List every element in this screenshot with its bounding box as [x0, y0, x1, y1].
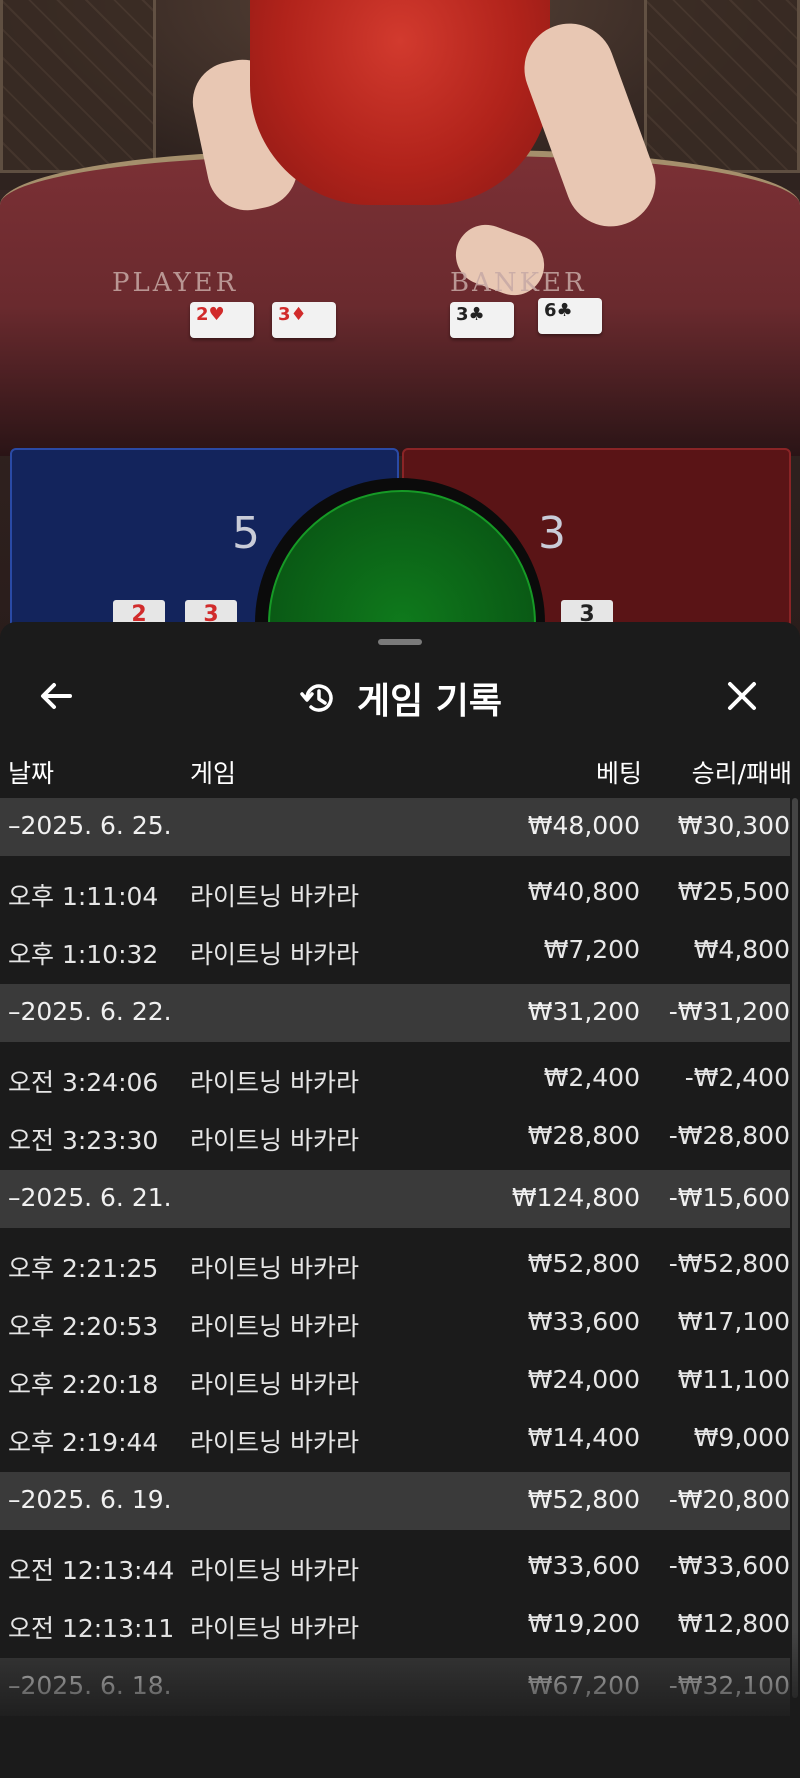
group-result-total: -₩32,100 — [668, 1671, 790, 1700]
row-result: ₩17,100 — [677, 1307, 790, 1336]
row-result: -₩33,600 — [668, 1551, 790, 1580]
history-row[interactable]: 오전 3:24:06 라이트닝 바카라 ₩2,400 -₩2,400 — [0, 1048, 790, 1106]
decor-window-right — [644, 0, 800, 173]
player-card-2: 3♦ — [272, 302, 336, 338]
group-bet-total: ₩52,800 — [527, 1485, 640, 1514]
row-result: ₩9,000 — [693, 1423, 790, 1452]
row-time: 오후 2:20:53 — [8, 1312, 159, 1341]
history-row[interactable]: 오전 12:13:44 라이트닝 바카라 ₩33,600 -₩33,600 — [0, 1536, 790, 1594]
group-result-total: -₩20,800 — [668, 1485, 790, 1514]
date-group-row[interactable]: –2025. 6. 22. ₩31,200 -₩31,200 — [0, 984, 790, 1042]
row-time: 오후 1:11:04 — [8, 882, 159, 911]
row-game: 라이트닝 바카라 — [190, 940, 359, 969]
history-row[interactable]: 오후 2:21:25 라이트닝 바카라 ₩52,800 -₩52,800 — [0, 1234, 790, 1292]
row-time: 오전 12:13:44 — [8, 1556, 175, 1585]
column-result: 승리/패배 — [691, 759, 792, 788]
sheet-header: 게임 기록 — [0, 652, 800, 742]
row-bet: ₩33,600 — [527, 1307, 640, 1336]
column-game: 게임 — [190, 759, 237, 788]
group-date: –2025. 6. 18. — [8, 1671, 172, 1700]
group-bet-total: ₩67,200 — [527, 1671, 640, 1700]
row-bet: ₩33,600 — [527, 1551, 640, 1580]
row-bet: ₩24,000 — [527, 1365, 640, 1394]
history-row[interactable]: 오후 2:20:18 라이트닝 바카라 ₩24,000 ₩11,100 — [0, 1350, 790, 1408]
banker-card-1: 3♣ — [450, 302, 514, 338]
history-row[interactable]: 오후 2:20:53 라이트닝 바카라 ₩33,600 ₩17,100 — [0, 1292, 790, 1350]
row-bet: ₩19,200 — [527, 1609, 640, 1638]
group-result-total: -₩15,600 — [668, 1183, 790, 1212]
row-gap — [0, 1716, 790, 1722]
row-game: 라이트닝 바카라 — [190, 1556, 359, 1585]
row-result: -₩2,400 — [684, 1063, 790, 1092]
row-bet: ₩2,400 — [543, 1063, 640, 1092]
player-score: 5 — [232, 508, 260, 559]
row-result: ₩12,800 — [677, 1609, 790, 1638]
drag-handle[interactable] — [378, 639, 422, 645]
history-row[interactable]: 오후 1:11:04 라이트닝 바카라 ₩40,800 ₩25,500 — [0, 862, 790, 920]
sheet-title: 게임 기록 — [357, 681, 503, 722]
row-bet: ₩40,800 — [527, 877, 640, 906]
history-icon — [300, 684, 333, 712]
date-group-row[interactable]: –2025. 6. 25. ₩48,000 ₩30,300 — [0, 798, 790, 856]
row-game: 라이트닝 바카라 — [190, 1370, 359, 1399]
banker-felt-label: BANKER — [450, 268, 587, 298]
row-time: 오전 12:13:11 — [8, 1614, 175, 1643]
row-time: 오전 3:23:30 — [8, 1126, 159, 1155]
group-bet-total: ₩124,800 — [511, 1183, 640, 1212]
row-result: -₩52,800 — [668, 1249, 790, 1278]
close-icon — [728, 682, 756, 710]
row-result: ₩4,800 — [693, 935, 790, 964]
row-bet: ₩14,400 — [527, 1423, 640, 1452]
row-bet: ₩28,800 — [527, 1121, 640, 1150]
history-row[interactable]: 오후 1:10:32 라이트닝 바카라 ₩7,200 ₩4,800 — [0, 920, 790, 978]
group-date: –2025. 6. 25. — [8, 811, 172, 840]
date-group-row[interactable]: –2025. 6. 21. ₩124,800 -₩15,600 — [0, 1170, 790, 1228]
date-group-row[interactable]: –2025. 6. 18. ₩67,200 -₩32,100 — [0, 1658, 790, 1716]
row-result: ₩11,100 — [677, 1365, 790, 1394]
group-result-total: -₩31,200 — [668, 997, 790, 1026]
banker-score: 3 — [538, 508, 566, 559]
row-result: ₩25,500 — [677, 877, 790, 906]
row-bet: ₩7,200 — [543, 935, 640, 964]
column-date: 날짜 — [8, 759, 55, 788]
row-time: 오후 2:20:18 — [8, 1370, 159, 1399]
close-button[interactable] — [722, 676, 762, 716]
row-game: 라이트닝 바카라 — [190, 1312, 359, 1341]
group-date: –2025. 6. 19. — [8, 1485, 172, 1514]
group-date: –2025. 6. 21. — [8, 1183, 172, 1212]
row-time: 오전 3:24:06 — [8, 1068, 159, 1097]
row-game: 라이트닝 바카라 — [190, 1068, 359, 1097]
row-game: 라이트닝 바카라 — [190, 1428, 359, 1457]
group-bet-total: ₩31,200 — [527, 997, 640, 1026]
row-time: 오후 1:10:32 — [8, 940, 159, 969]
row-game: 라이트닝 바카라 — [190, 882, 359, 911]
row-time: 오후 2:21:25 — [8, 1254, 159, 1283]
group-bet-total: ₩48,000 — [527, 811, 640, 840]
history-list[interactable]: –2025. 6. 25. ₩48,000 ₩30,300 오후 1:11:04 라이트… — [0, 798, 790, 1722]
row-time: 오후 2:19:44 — [8, 1428, 159, 1457]
row-game: 라이트닝 바카라 — [190, 1254, 359, 1283]
history-row[interactable]: 오전 3:23:30 라이트닝 바카라 ₩28,800 -₩28,800 — [0, 1106, 790, 1164]
game-history-sheet: 게임 기록 날짜 게임 베팅 승리/패배 –2025. 6. 25. ₩48,00… — [0, 622, 800, 1778]
row-game: 라이트닝 바카라 — [190, 1614, 359, 1643]
player-card-1: 2♥ — [190, 302, 254, 338]
sheet-title-wrap: 게임 기록 — [0, 672, 800, 724]
row-game: 라이트닝 바카라 — [190, 1126, 359, 1155]
player-felt-label: PLAYER — [112, 268, 239, 298]
history-row[interactable]: 오후 2:19:44 라이트닝 바카라 ₩14,400 ₩9,000 — [0, 1408, 790, 1466]
date-group-row[interactable]: –2025. 6. 19. ₩52,800 -₩20,800 — [0, 1472, 790, 1530]
group-date: –2025. 6. 22. — [8, 997, 172, 1026]
group-result-total: ₩30,300 — [677, 811, 790, 840]
decor-window-left — [0, 0, 156, 173]
column-header: 날짜 게임 베팅 승리/패배 — [0, 742, 800, 798]
history-row[interactable]: 오전 12:13:11 라이트닝 바카라 ₩19,200 ₩12,800 — [0, 1594, 790, 1652]
dealer — [250, 0, 550, 205]
row-result: -₩28,800 — [668, 1121, 790, 1150]
scrollbar[interactable] — [792, 798, 798, 1698]
column-bet: 베팅 — [595, 759, 642, 788]
banker-card-2: 6♣ — [538, 298, 602, 334]
row-bet: ₩52,800 — [527, 1249, 640, 1278]
